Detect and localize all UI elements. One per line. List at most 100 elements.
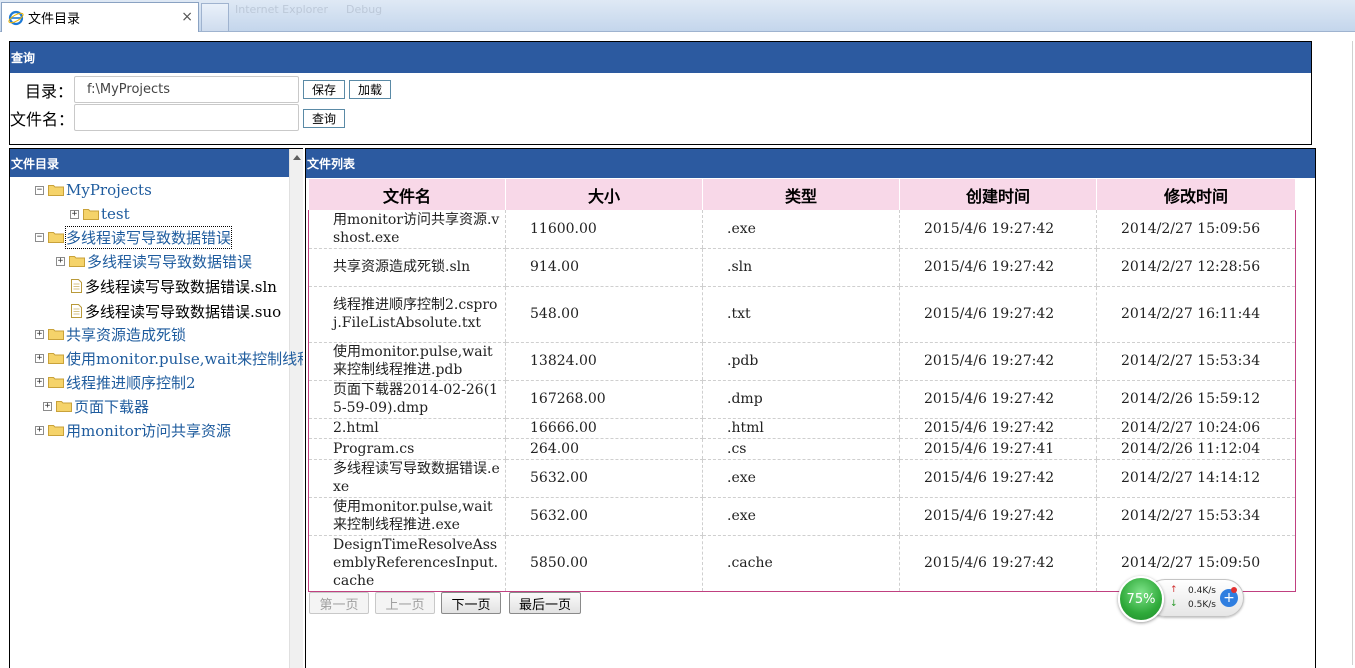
cell-size: 13824.00 bbox=[505, 342, 703, 381]
table-row[interactable]: 2.html 16666.00 .html 2015/4/6 19:27:42 … bbox=[308, 418, 1296, 439]
tree-node-multithread-sub[interactable]: + 多线程读写导致数据错误 bbox=[56, 250, 252, 272]
cell-created: 2015/4/6 19:27:42 bbox=[899, 286, 1097, 343]
tree-node-sln-file[interactable]: 多线程读写导致数据错误.sln bbox=[71, 275, 277, 297]
cell-modified: 2014/2/27 15:09:56 bbox=[1096, 210, 1296, 249]
last-page-button[interactable]: 最后一页 bbox=[509, 592, 581, 614]
expand-toggle-icon[interactable]: + bbox=[35, 353, 44, 363]
memory-usage-ball[interactable]: 75% bbox=[1118, 576, 1164, 622]
cell-created: 2015/4/6 19:27:42 bbox=[899, 459, 1097, 498]
table-row[interactable]: 多线程读写导致数据错误.exe 5632.00 .exe 2015/4/6 19… bbox=[308, 459, 1296, 498]
save-button[interactable]: 保存 bbox=[303, 80, 345, 99]
collapse-toggle-icon[interactable]: − bbox=[35, 185, 44, 195]
column-header-modified[interactable]: 修改时间 bbox=[1096, 179, 1296, 210]
upload-arrow-icon: ↑ bbox=[1170, 585, 1178, 595]
tree-node-thread-order[interactable]: + 线程推进顺序控制2 bbox=[35, 371, 196, 393]
tree-node-monitor-pulse[interactable]: + 使用monitor.pulse,wait来控制线程 bbox=[35, 347, 303, 369]
table-row[interactable]: 共享资源造成死锁.sln 914.00 .sln 2015/4/6 19:27:… bbox=[308, 248, 1296, 287]
filename-label: 文件名： bbox=[10, 110, 75, 129]
cell-created: 2015/4/6 19:27:42 bbox=[899, 342, 1097, 381]
browser-tab-strip: 文件目录 × Internet Explorer Debug bbox=[0, 0, 1355, 32]
cell-created: 2015/4/6 19:27:42 bbox=[899, 497, 1097, 536]
network-speed-widget[interactable]: 75% ↑ 0.4K/s ↓ 0.5K/s + bbox=[1118, 576, 1244, 622]
expand-toggle-icon[interactable]: + bbox=[35, 425, 44, 435]
browser-tab[interactable]: 文件目录 × bbox=[1, 2, 199, 32]
cell-modified: 2014/2/27 15:53:34 bbox=[1096, 497, 1296, 536]
scroll-up-arrow-icon[interactable] bbox=[293, 155, 301, 160]
search-button[interactable]: 查询 bbox=[303, 109, 345, 128]
cell-type: .cs bbox=[702, 438, 900, 460]
folder-icon bbox=[56, 401, 72, 412]
tree-node-monitor-shared[interactable]: + 用monitor访问共享资源 bbox=[35, 419, 231, 441]
column-header-size[interactable]: 大小 bbox=[505, 179, 703, 210]
tree-node-label: 使用monitor.pulse,wait来控制线程 bbox=[66, 349, 303, 368]
query-panel: 查询 目录： 保存 加载 文件名： 查询 bbox=[9, 41, 1312, 145]
cell-size: 167268.00 bbox=[505, 380, 703, 419]
tree-node-test[interactable]: + test bbox=[70, 203, 130, 225]
folder-icon bbox=[48, 353, 64, 364]
cell-created: 2015/4/6 19:27:42 bbox=[899, 248, 1097, 287]
tree-node-multithread[interactable]: − 多线程读写导致数据错误 bbox=[35, 225, 233, 249]
column-header-created[interactable]: 创建时间 bbox=[899, 179, 1097, 210]
cell-name: DesignTimeResolveAssemblyReferencesInput… bbox=[308, 535, 506, 592]
tree-node-page-downloader[interactable]: + 页面下载器 bbox=[43, 395, 149, 417]
folder-icon bbox=[48, 425, 64, 436]
cell-modified: 2014/2/27 16:11:44 bbox=[1096, 286, 1296, 343]
table-row[interactable]: 使用monitor.pulse,wait来控制线程推进.exe 5632.00 … bbox=[308, 497, 1296, 536]
table-row[interactable]: 用monitor访问共享资源.vshost.exe 11600.00 .exe … bbox=[308, 210, 1296, 249]
next-page-button[interactable]: 下一页 bbox=[441, 592, 501, 614]
prev-page-button[interactable]: 上一页 bbox=[375, 592, 435, 614]
folder-icon bbox=[48, 185, 64, 196]
collapse-toggle-icon[interactable]: − bbox=[35, 232, 44, 242]
directory-tree-panel: 文件目录 − MyProjects + test − 多线程读写导致数据错误 +… bbox=[9, 148, 303, 668]
internet-explorer-icon bbox=[8, 10, 24, 25]
cell-created: 2015/4/6 19:27:42 bbox=[899, 418, 1097, 439]
tree-node-myprojects[interactable]: − MyProjects bbox=[35, 179, 152, 201]
file-list-header: 文件列表 bbox=[306, 149, 1315, 178]
notification-dot bbox=[1231, 587, 1237, 593]
table-header-row: 文件名 大小 类型 创建时间 修改时间 bbox=[308, 179, 1296, 210]
tree-scrollbar[interactable] bbox=[289, 149, 303, 668]
table-row[interactable]: 使用monitor.pulse,wait来控制线程推进.pdb 13824.00… bbox=[308, 342, 1296, 381]
tree-node-deadlock[interactable]: + 共享资源造成死锁 bbox=[35, 323, 186, 345]
cell-type: .pdb bbox=[702, 342, 900, 381]
cell-size: 11600.00 bbox=[505, 210, 703, 249]
tree-node-suo-file[interactable]: 多线程读写导致数据错误.suo bbox=[71, 300, 281, 322]
cell-size: 548.00 bbox=[505, 286, 703, 343]
folder-icon bbox=[83, 209, 99, 220]
column-header-type[interactable]: 类型 bbox=[702, 179, 900, 210]
tree-node-label: test bbox=[101, 205, 130, 223]
cell-size: 914.00 bbox=[505, 248, 703, 287]
cell-created: 2015/4/6 19:27:42 bbox=[899, 535, 1097, 592]
table-row[interactable]: 页面下载器2014-02-26(15-59-09).dmp 167268.00 … bbox=[308, 380, 1296, 419]
expand-toggle-icon[interactable]: + bbox=[43, 401, 52, 411]
cell-type: .cache bbox=[702, 535, 900, 592]
directory-input[interactable] bbox=[74, 76, 299, 103]
expand-toggle-icon[interactable]: + bbox=[70, 209, 79, 219]
new-tab-button[interactable] bbox=[201, 3, 229, 31]
filename-input[interactable] bbox=[74, 104, 299, 131]
close-tab-icon[interactable]: × bbox=[181, 9, 193, 25]
cell-created: 2015/4/6 19:27:42 bbox=[899, 380, 1097, 419]
tree-node-label: 多线程读写导致数据错误.suo bbox=[85, 302, 282, 321]
first-page-button[interactable]: 第一页 bbox=[309, 592, 369, 614]
upload-rate: 0.4K/s bbox=[1188, 586, 1216, 596]
cell-size: 5632.00 bbox=[505, 497, 703, 536]
cell-name: 页面下载器2014-02-26(15-59-09).dmp bbox=[308, 380, 506, 419]
table-row[interactable]: Program.cs 264.00 .cs 2015/4/6 19:27:41 … bbox=[308, 438, 1296, 460]
tree-node-label: 共享资源造成死锁 bbox=[66, 325, 187, 344]
expand-toggle-icon[interactable]: + bbox=[35, 377, 44, 387]
cell-name: 多线程读写导致数据错误.exe bbox=[308, 459, 506, 498]
tree-node-label: 用monitor访问共享资源 bbox=[66, 421, 231, 440]
download-arrow-icon: ↓ bbox=[1170, 599, 1178, 609]
table-row[interactable]: 线程推进顺序控制2.csproj.FileListAbsolute.txt 54… bbox=[308, 286, 1296, 343]
cell-type: .txt bbox=[702, 286, 900, 343]
folder-icon bbox=[48, 329, 64, 340]
expand-toggle-icon[interactable]: + bbox=[56, 256, 65, 266]
ghost-toolbar-item: Debug bbox=[345, 2, 383, 16]
column-header-name[interactable]: 文件名 bbox=[308, 179, 506, 210]
ghost-toolbar: Internet Explorer Debug bbox=[235, 2, 755, 16]
cell-name: 2.html bbox=[308, 418, 506, 439]
cell-type: .dmp bbox=[702, 380, 900, 419]
expand-toggle-icon[interactable]: + bbox=[35, 329, 44, 339]
load-button[interactable]: 加载 bbox=[349, 80, 391, 99]
